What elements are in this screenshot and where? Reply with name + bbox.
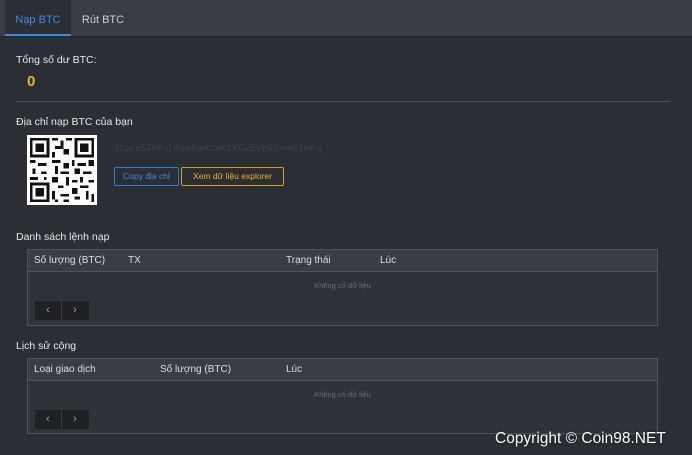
column-header: Loại giao dịch: [34, 364, 96, 375]
empty-state: Không có dữ liệu: [314, 390, 371, 399]
column-header: Lúc: [380, 255, 397, 266]
chevron-right-icon[interactable]: ›: [61, 301, 88, 320]
deposit-address-label: Địa chỉ nạp BTC của bạn: [16, 116, 133, 128]
column-header: Trạng thái: [286, 255, 331, 266]
table-header: Số lượng (BTC) TX Trạng thái Lúc: [28, 250, 657, 272]
qr-code: [27, 135, 97, 205]
balance-value: 0: [27, 73, 36, 90]
deposit-address[interactable]: 1Lacu5Z9Xn1KewKwKcaK1XGcEVh5SmeE3mKq: [115, 143, 322, 153]
view-explorer-button[interactable]: Xem dữ liệu explorer: [181, 167, 284, 186]
chevron-left-icon[interactable]: ‹: [35, 410, 61, 429]
bonus-history-title: Lịch sử cộng: [16, 340, 77, 352]
chevron-left-icon[interactable]: ‹: [35, 301, 61, 320]
column-header: TX: [128, 255, 141, 266]
copyright-watermark: Copyright © Coin98.NET: [495, 430, 666, 447]
empty-state: Không có dữ liệu: [314, 281, 371, 290]
pagination: ‹ ›: [35, 301, 89, 320]
column-header: Lúc: [286, 364, 303, 375]
tab-rut-btc[interactable]: Rút BTC: [74, 0, 132, 36]
bonus-history-table: Loại giao dịch Số lượng (BTC) Lúc Không …: [27, 358, 658, 434]
tab-bar: Nạp BTC Rút BTC: [0, 0, 692, 37]
column-header: Số lượng (BTC): [160, 364, 232, 375]
tab-nap-btc[interactable]: Nạp BTC: [5, 0, 71, 36]
chevron-right-icon[interactable]: ›: [61, 410, 88, 429]
pagination: ‹ ›: [35, 410, 89, 429]
copy-address-button[interactable]: Copy địa chỉ: [114, 167, 179, 186]
divider: [16, 101, 670, 102]
table-header: Loại giao dịch Số lượng (BTC) Lúc: [28, 359, 657, 381]
column-header: Số lượng (BTC): [34, 255, 106, 266]
deposit-table: Số lượng (BTC) TX Trạng thái Lúc Không c…: [27, 249, 658, 326]
deposit-list-title: Danh sách lệnh nạp: [16, 231, 110, 243]
balance-label: Tổng số dư BTC:: [16, 54, 97, 66]
